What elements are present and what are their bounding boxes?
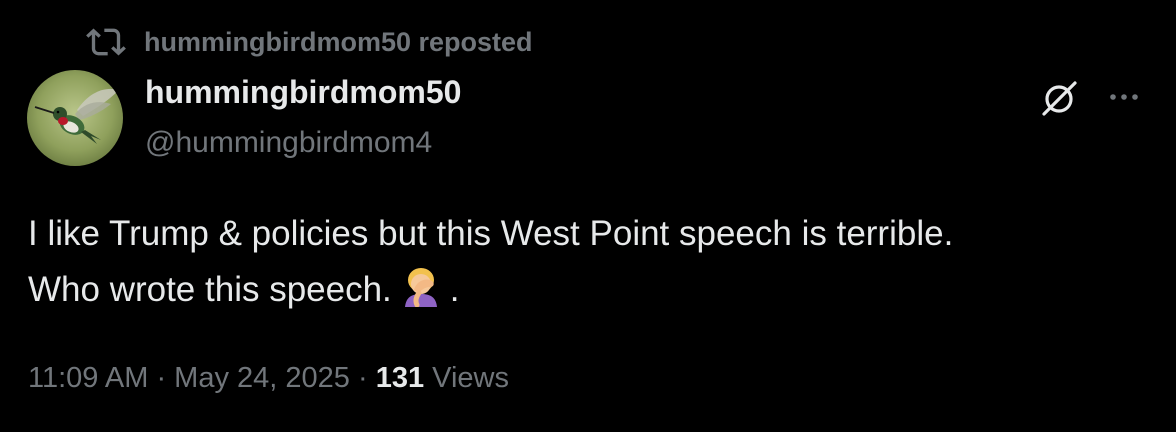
tweet-time[interactable]: 11:09 AM [28, 362, 148, 394]
tweet-text-line-1: I like Trump & policies but this West Po… [28, 214, 954, 253]
tweet-date[interactable]: May 24, 2025 [174, 362, 350, 394]
views-count[interactable]: 131 [376, 362, 424, 394]
author-handle[interactable]: @hummingbirdmom4 [145, 126, 432, 160]
tweet-text-line-2-end: . [449, 270, 460, 309]
avatar[interactable] [27, 70, 123, 166]
tweet-text: I like Trump & policies but this West Po… [28, 206, 1148, 318]
views-label: Views [424, 362, 509, 394]
tweet-meta: 11:09 AM · May 24, 2025 · 131 Views [28, 362, 509, 395]
meta-separator: · [148, 362, 175, 394]
grok-icon[interactable] [1040, 78, 1080, 118]
hummingbird-avatar-image [27, 70, 123, 166]
tweet-text-line-2: Who wrote this speech. . [28, 262, 1148, 318]
more-icon[interactable] [1106, 82, 1142, 112]
repost-icon [86, 28, 126, 56]
tweet-text-line-2-body: Who wrote this speech. [28, 270, 392, 309]
repost-banner[interactable]: hummingbirdmom50 reposted [86, 22, 533, 62]
repost-banner-text: hummingbirdmom50 reposted [144, 26, 533, 57]
meta-separator: · [349, 362, 376, 394]
author-display-name[interactable]: hummingbirdmom50 [145, 74, 461, 111]
facepalm-emoji-icon [404, 268, 437, 307]
